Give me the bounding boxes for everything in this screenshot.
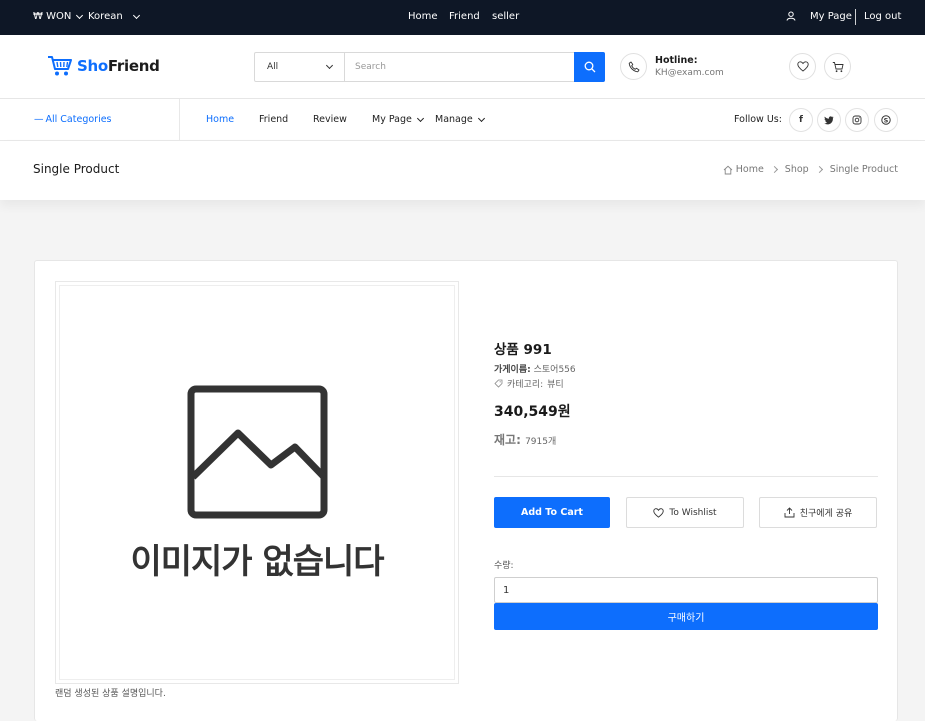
- product-price: 340,549원: [494, 404, 571, 420]
- search-category-label: All: [267, 62, 279, 72]
- cart-icon: [832, 61, 844, 72]
- share-button[interactable]: 친구에게 공유: [759, 497, 877, 528]
- logo-suffix: Friend: [107, 57, 160, 75]
- instagram-icon[interactable]: [845, 108, 869, 132]
- chevron-down-icon: [76, 11, 84, 19]
- logout-link[interactable]: Log out: [864, 11, 901, 22]
- menu-icon: —: [34, 114, 44, 125]
- all-categories-button[interactable]: — All Categories: [34, 114, 112, 125]
- cart-button[interactable]: [824, 53, 851, 80]
- quantity-input[interactable]: [494, 577, 878, 603]
- top-link-seller[interactable]: seller: [492, 11, 519, 22]
- page-title-bar: Single Product Home Shop Single Product: [0, 141, 925, 200]
- heart-icon: [653, 507, 665, 518]
- search-category-select[interactable]: All: [255, 53, 345, 81]
- search-input[interactable]: [345, 53, 574, 81]
- add-to-cart-button[interactable]: Add To Cart: [494, 497, 610, 528]
- product-description: 랜덤 생성된 상품 설명입니다.: [55, 689, 166, 699]
- divider: [179, 99, 180, 141]
- share-icon: [784, 507, 795, 518]
- logo-prefix: Sho: [77, 57, 108, 75]
- breadcrumb: Home Shop Single Product: [723, 164, 898, 175]
- chevron-down-icon: [477, 114, 485, 122]
- chevron-down-icon: [416, 114, 424, 122]
- tag-icon: [494, 379, 503, 388]
- hotline: Hotline: KH@exam.com: [620, 53, 724, 80]
- facebook-icon[interactable]: f: [789, 108, 813, 132]
- wishlist-toggle-button[interactable]: To Wishlist: [626, 497, 744, 528]
- user-icon[interactable]: [786, 11, 796, 21]
- nav-my-page[interactable]: My Page: [372, 114, 424, 125]
- cart-logo-icon: [48, 56, 72, 76]
- chevron-right-icon: [770, 165, 778, 174]
- all-categories-label: All Categories: [45, 114, 112, 125]
- nav-friend[interactable]: Friend: [259, 114, 288, 125]
- home-icon: [723, 165, 733, 174]
- follow-us-label: Follow Us:: [734, 114, 782, 125]
- store-name: 가게이름: 스토어556: [494, 365, 576, 375]
- hotline-title: Hotline:: [655, 55, 698, 66]
- language-selector[interactable]: Korean: [88, 11, 140, 22]
- image-placeholder-icon: [187, 385, 328, 519]
- svg-text:S: S: [884, 116, 889, 124]
- search-button[interactable]: [574, 52, 605, 82]
- quantity-label: 수량:: [494, 561, 514, 571]
- top-link-friend[interactable]: Friend: [449, 11, 480, 22]
- product-stock: 재고: 7915개: [494, 433, 557, 447]
- buy-button[interactable]: 구매하기: [494, 603, 878, 630]
- chevron-down-icon: [325, 61, 334, 70]
- page-title: Single Product: [33, 162, 120, 176]
- currency-selector[interactable]: ₩ WON: [33, 11, 84, 22]
- logo[interactable]: ShoFriend: [47, 55, 160, 77]
- breadcrumb-home[interactable]: Home: [723, 164, 764, 175]
- product-image: 이미지가 없습니다: [55, 281, 459, 684]
- hotline-email: KH@exam.com: [655, 68, 724, 78]
- top-link-home[interactable]: Home: [408, 11, 438, 22]
- chevron-right-icon: [815, 165, 823, 174]
- product-name: 상품 991: [494, 342, 552, 358]
- nav-manage[interactable]: Manage: [435, 114, 485, 125]
- product-category: 카테고리: 뷰티: [494, 377, 564, 390]
- nav-review[interactable]: Review: [313, 114, 347, 125]
- top-bar: ₩ WON Korean Home Friend seller My Page …: [0, 0, 925, 35]
- skype-icon[interactable]: S: [874, 108, 898, 132]
- breadcrumb-shop[interactable]: Shop: [785, 164, 809, 175]
- main-nav: — All Categories Home Friend Review My Pa…: [0, 99, 925, 141]
- search-icon: [584, 61, 595, 73]
- wishlist-button[interactable]: [789, 53, 816, 80]
- breadcrumb-current: Single Product: [829, 164, 898, 175]
- heart-icon: [796, 61, 809, 72]
- nav-home[interactable]: Home: [206, 114, 234, 125]
- product-card: 이미지가 없습니다 랜덤 생성된 상품 설명입니다. 상품 991 가게이름: …: [34, 260, 898, 721]
- divider: [855, 9, 856, 25]
- phone-icon: [620, 53, 647, 80]
- search-bar: All: [254, 52, 605, 82]
- twitter-icon[interactable]: [817, 108, 841, 132]
- header: ShoFriend All Hotline: KH@exam.com: [0, 35, 925, 99]
- language-label: Korean: [88, 11, 123, 22]
- chevron-down-icon: [132, 11, 140, 19]
- divider: [494, 476, 878, 477]
- my-page-link[interactable]: My Page: [810, 11, 852, 22]
- no-image-text: 이미지가 없습니다: [130, 542, 384, 582]
- currency-label: ₩ WON: [33, 11, 72, 22]
